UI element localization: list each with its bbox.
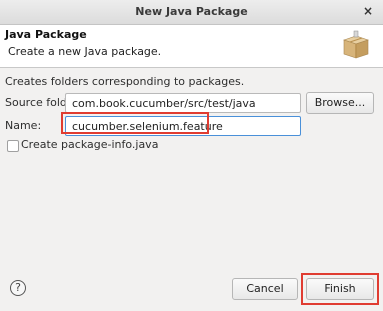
package-info-label[interactable]: Create package-info.java	[21, 138, 158, 151]
name-label: Name:	[5, 119, 42, 132]
wizard-content: Creates folders corresponding to package…	[0, 68, 383, 311]
browse-button[interactable]: Browse...	[306, 92, 374, 114]
help-icon[interactable]: ?	[10, 280, 26, 296]
window-title: New Java Package	[135, 5, 248, 18]
info-text: Creates folders corresponding to package…	[5, 75, 245, 88]
package-icon	[343, 30, 369, 59]
source-folder-input[interactable]	[65, 93, 301, 113]
close-icon[interactable]: ×	[361, 4, 375, 18]
wizard-banner: Java Package Create a new Java package.	[0, 25, 383, 68]
title-bar: New Java Package ×	[0, 0, 383, 25]
name-input[interactable]	[65, 116, 301, 136]
package-info-checkbox[interactable]	[7, 140, 19, 152]
cancel-button[interactable]: Cancel	[232, 278, 298, 300]
finish-button[interactable]: Finish	[306, 278, 374, 300]
banner-description: Create a new Java package.	[8, 45, 162, 58]
banner-title: Java Package	[5, 28, 87, 41]
